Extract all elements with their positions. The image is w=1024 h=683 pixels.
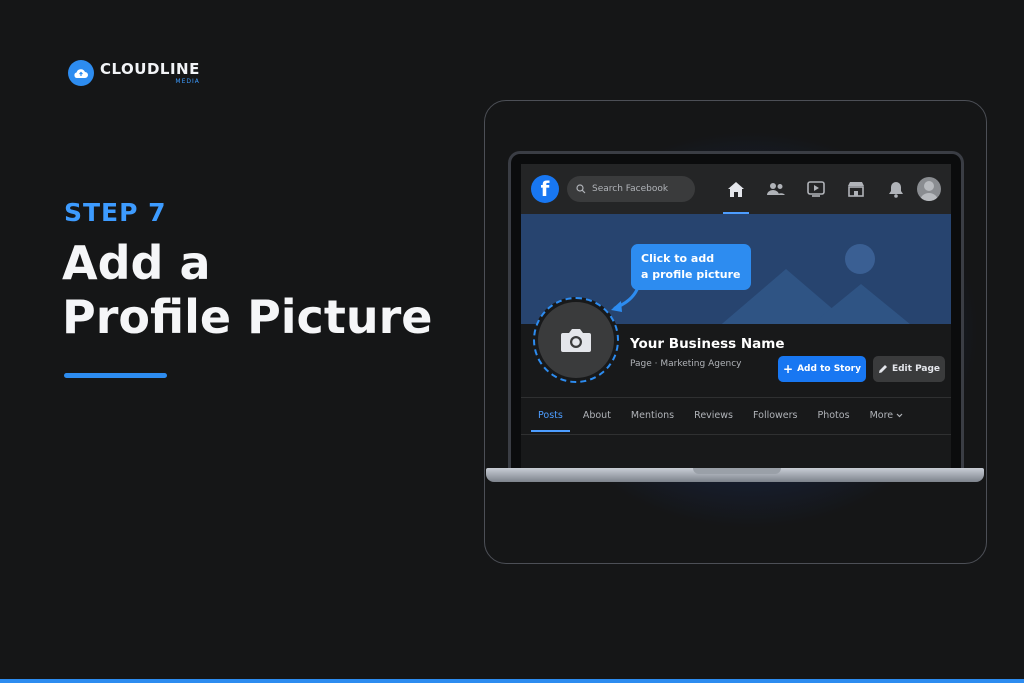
pencil-icon	[878, 365, 887, 373]
add-to-story-button[interactable]: + Add to Story	[778, 356, 866, 382]
page-tabs: Posts About Mentions Reviews Followers P…	[531, 400, 916, 432]
profile-picture-placeholder	[538, 302, 614, 378]
brand-name: CLOUDLINE	[100, 59, 200, 78]
tab-mentions[interactable]: Mentions	[624, 400, 681, 432]
tooltip-line-2: a profile picture	[641, 268, 741, 281]
plus-icon: +	[783, 362, 794, 376]
add-to-story-label: Add to Story	[797, 364, 861, 374]
friends-icon[interactable]	[767, 180, 785, 198]
page-category: Page · Marketing Agency	[630, 359, 742, 369]
video-icon[interactable]	[807, 180, 825, 198]
facebook-page: f Search Facebook Click to add a profile…	[521, 164, 951, 473]
tab-reviews[interactable]: Reviews	[687, 400, 740, 432]
camera-icon	[561, 329, 591, 352]
bottom-accent-bar	[0, 679, 1024, 683]
nav-icons	[723, 180, 905, 214]
tab-followers[interactable]: Followers	[746, 400, 805, 432]
search-input[interactable]: Search Facebook	[567, 176, 695, 202]
home-icon[interactable]	[723, 180, 749, 214]
tab-photos[interactable]: Photos	[811, 400, 857, 432]
brand-logo: CLOUDLINE MEDIA	[68, 60, 200, 86]
avatar[interactable]	[917, 177, 941, 201]
title-line-1: Add a	[62, 236, 211, 290]
tabs-divider	[521, 397, 951, 398]
chevron-down-icon	[896, 413, 903, 418]
bell-icon[interactable]	[887, 180, 905, 198]
cloud-icon	[68, 60, 94, 86]
marketplace-icon[interactable]	[847, 180, 865, 198]
tab-posts[interactable]: Posts	[531, 400, 570, 432]
tab-more[interactable]: More	[863, 400, 911, 432]
profile-picture-tooltip: Click to add a profile picture	[631, 244, 751, 290]
title-line-2: Profile Picture	[62, 290, 433, 344]
tab-about[interactable]: About	[576, 400, 618, 432]
edit-page-label: Edit Page	[891, 364, 941, 374]
page-title: Add a Profile Picture	[62, 236, 432, 344]
business-name: Your Business Name	[630, 336, 785, 352]
search-placeholder: Search Facebook	[592, 184, 669, 194]
laptop-screen: f Search Facebook Click to add a profile…	[508, 151, 964, 473]
step-label: STEP 7	[64, 198, 167, 227]
brand-subtitle: MEDIA	[175, 77, 200, 85]
cover-mountain-shape	[806, 284, 916, 324]
laptop-notch	[693, 468, 781, 474]
tab-more-label: More	[869, 410, 894, 421]
facebook-logo[interactable]: f	[531, 175, 559, 203]
edit-page-button[interactable]: Edit Page	[873, 356, 945, 382]
facebook-navbar: f Search Facebook	[521, 164, 951, 214]
tooltip-line-1: Click to add	[641, 252, 715, 265]
title-underline	[64, 373, 167, 378]
add-profile-picture-button[interactable]	[533, 297, 619, 383]
search-icon	[576, 184, 586, 194]
tooltip-arrow-icon	[611, 282, 641, 312]
